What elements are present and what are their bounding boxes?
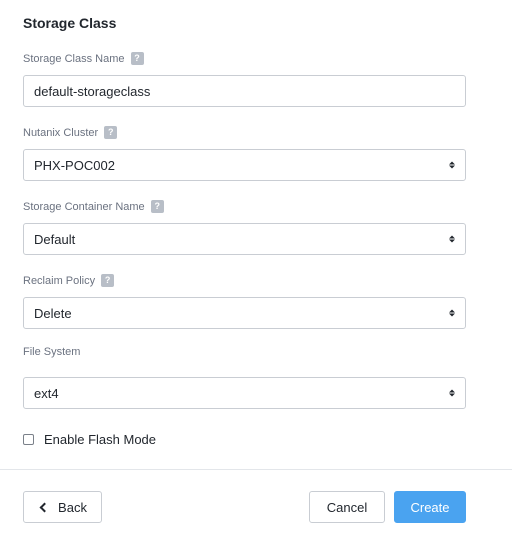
nutanix-cluster-label: Nutanix Cluster ? [23, 126, 118, 139]
storage-class-name-label-text: Storage Class Name [23, 52, 125, 65]
back-button[interactable]: Back [23, 491, 102, 523]
file-system-label-text: File System [23, 346, 81, 358]
storage-class-form: Storage Class Storage Class Name ? defau… [0, 0, 512, 560]
create-button-label: Create [410, 499, 450, 515]
storage-container-name-value: Default [34, 231, 76, 247]
section-title: Storage Class [23, 15, 117, 31]
help-icon[interactable]: ? [150, 200, 164, 213]
enable-flash-mode-row[interactable]: Enable Flash Mode [23, 432, 156, 447]
back-button-label: Back [58, 499, 87, 515]
enable-flash-mode-checkbox[interactable] [23, 434, 34, 445]
file-system-select[interactable]: ext4 [23, 377, 466, 409]
nutanix-cluster-value: PHX-POC002 [34, 157, 115, 173]
enable-flash-mode-label: Enable Flash Mode [44, 432, 157, 447]
help-icon[interactable]: ? [130, 52, 144, 65]
select-arrows-icon [449, 235, 455, 243]
file-system-label: File System [23, 346, 80, 358]
storage-class-name-input[interactable]: default-storageclass [23, 75, 466, 107]
storage-container-name-label-text: Storage Container Name [23, 200, 145, 213]
select-arrows-icon [449, 161, 455, 169]
nutanix-cluster-label-text: Nutanix Cluster [23, 126, 99, 139]
storage-class-name-label: Storage Class Name ? [23, 52, 144, 65]
cancel-button[interactable]: Cancel [309, 491, 385, 523]
storage-container-name-label: Storage Container Name ? [23, 200, 164, 213]
storage-class-name-value: default-storageclass [34, 83, 151, 99]
help-icon[interactable]: ? [104, 126, 118, 139]
storage-container-name-select[interactable]: Default [23, 223, 466, 255]
footer-divider [0, 469, 512, 470]
reclaim-policy-value: Delete [34, 305, 72, 321]
cancel-button-label: Cancel [326, 499, 368, 515]
reclaim-policy-select[interactable]: Delete [23, 297, 466, 329]
file-system-value: ext4 [34, 385, 59, 401]
select-arrows-icon [449, 309, 455, 317]
create-button[interactable]: Create [394, 491, 466, 523]
select-arrows-icon [449, 389, 455, 397]
nutanix-cluster-select[interactable]: PHX-POC002 [23, 149, 466, 181]
chevron-left-icon [39, 502, 50, 512]
help-icon[interactable]: ? [101, 274, 115, 287]
reclaim-policy-label: Reclaim Policy ? [23, 274, 115, 287]
reclaim-policy-label-text: Reclaim Policy [23, 274, 96, 287]
